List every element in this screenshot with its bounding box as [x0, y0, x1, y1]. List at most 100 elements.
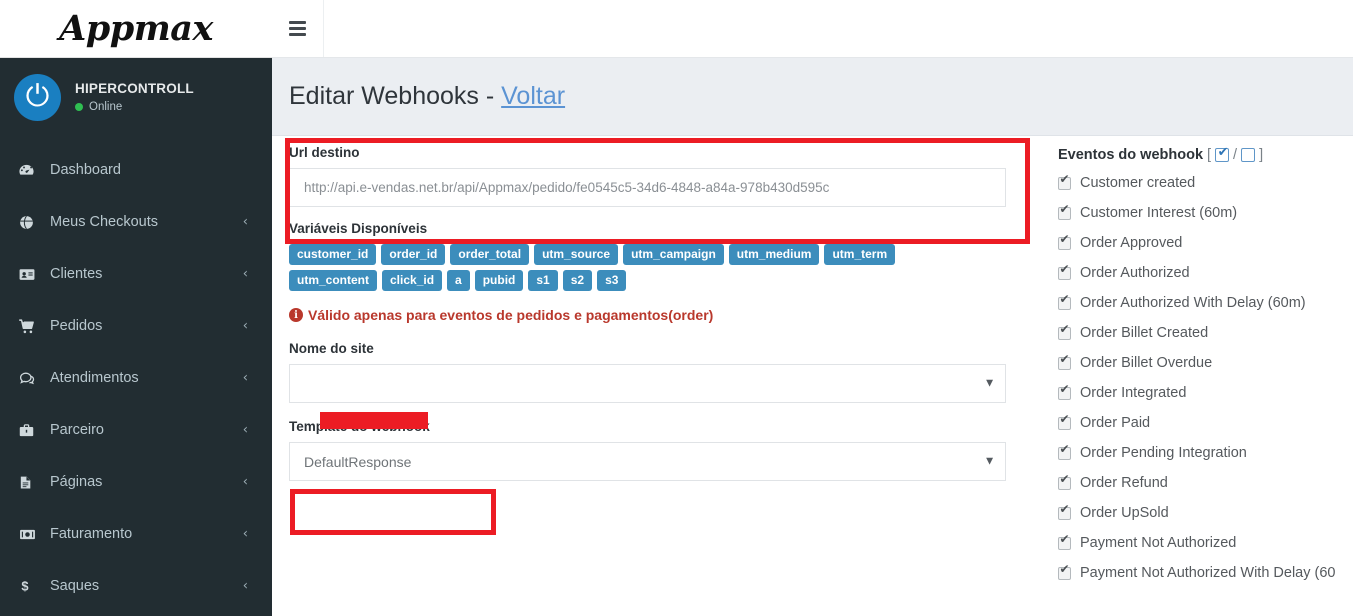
event-checkbox-icon[interactable] — [1058, 563, 1071, 580]
event-checkbox-icon[interactable] — [1058, 293, 1071, 310]
event-row[interactable]: Order Pending Integration — [1058, 438, 1353, 468]
event-row[interactable]: Order UpSold — [1058, 498, 1353, 528]
sidebar-item-clientes[interactable]: Clientes ‹ — [0, 248, 272, 300]
event-row[interactable]: Order Integrated — [1058, 378, 1353, 408]
sidebar-item-dashboard[interactable]: Dashboard — [0, 144, 272, 196]
event-checkbox-icon[interactable] — [1058, 203, 1071, 220]
variable-tag[interactable]: customer_id — [289, 244, 377, 265]
event-checkbox-icon[interactable] — [1058, 533, 1071, 550]
event-label: Order Paid — [1080, 415, 1151, 431]
nome-do-site-select[interactable]: ▼ — [289, 364, 1006, 403]
events-panel: Eventos do webhook [ / ] Customer create… — [1058, 146, 1353, 588]
variable-tag[interactable]: order_id — [381, 244, 446, 265]
caret-down-icon: ▼ — [986, 378, 993, 388]
sidebar-item-label: Atendimentos — [50, 370, 139, 386]
variable-tag[interactable]: utm_campaign — [623, 244, 724, 265]
sidebar-item-atendimentos[interactable]: Atendimentos ‹ — [0, 352, 272, 404]
event-row[interactable]: Payment Not Authorized — [1058, 528, 1353, 558]
sidebar-item-saques[interactable]: $ Saques ‹ — [0, 560, 272, 612]
checkbox-checked-icon[interactable] — [1215, 146, 1230, 162]
user-panel[interactable]: ⏻ HIPERCONTROLL Online — [0, 58, 272, 136]
variable-tag[interactable]: utm_term — [824, 244, 896, 265]
event-checkbox-icon[interactable] — [1058, 323, 1071, 340]
variable-tag[interactable]: utm_medium — [728, 244, 820, 265]
url-destino-input[interactable]: http://api.e-vendas.net.br/api/Appmax/pe… — [289, 168, 1006, 207]
content-area: Url destino http://api.e-vendas.net.br/a… — [272, 136, 1353, 616]
event-row[interactable]: Order Billet Created — [1058, 318, 1353, 348]
id-card-icon — [18, 266, 42, 283]
event-row[interactable]: Customer created — [1058, 168, 1353, 198]
chevron-left-icon: ‹ — [242, 526, 248, 542]
event-checkbox-icon[interactable] — [1058, 263, 1071, 280]
variable-tag[interactable]: a — [447, 270, 470, 291]
chevron-left-icon: ‹ — [242, 318, 248, 334]
event-row[interactable]: Order Refund — [1058, 468, 1353, 498]
event-row[interactable]: Order Authorized — [1058, 258, 1353, 288]
info-icon: i — [289, 308, 303, 322]
event-row[interactable]: Order Billet Overdue — [1058, 348, 1353, 378]
cart-icon — [18, 318, 42, 335]
power-icon: ⏻ — [25, 79, 50, 114]
briefcase-icon — [18, 422, 42, 439]
sidebar-item-paginas[interactable]: Páginas ‹ — [0, 456, 272, 508]
template-do-webhook-value: DefaultResponse — [304, 453, 412, 470]
globe-icon — [18, 214, 42, 231]
variable-tag[interactable]: order_total — [450, 244, 530, 265]
bracket-separator: / — [1233, 147, 1238, 163]
sidebar-item-pedidos[interactable]: Pedidos ‹ — [0, 300, 272, 352]
sidebar-item-parceiro[interactable]: Parceiro ‹ — [0, 404, 272, 456]
user-status: Online — [75, 101, 194, 113]
event-label: Customer Interest (60m) — [1080, 205, 1238, 221]
sidebar-item-faturamento[interactable]: Faturamento ‹ — [0, 508, 272, 560]
brand-logo[interactable]: Appmax — [0, 0, 272, 58]
url-destino-label: Url destino — [289, 145, 360, 160]
bracket-open: [ — [1207, 147, 1212, 163]
hamburger-icon[interactable] — [272, 0, 324, 57]
sidebar-item-meus-checkouts[interactable]: Meus Checkouts ‹ — [0, 196, 272, 248]
event-checkbox-icon[interactable] — [1058, 173, 1071, 190]
sidebar-item-label: Meus Checkouts — [50, 214, 158, 230]
event-label: Order Refund — [1080, 475, 1168, 491]
event-label: Order Approved — [1080, 235, 1183, 251]
chevron-left-icon: ‹ — [242, 422, 248, 438]
event-checkbox-icon[interactable] — [1058, 233, 1071, 250]
nome-do-site-label: Nome do site — [289, 341, 374, 356]
checkbox-empty-icon[interactable] — [1241, 148, 1256, 162]
chevron-left-icon: ‹ — [242, 214, 248, 230]
svg-text:$: $ — [21, 579, 28, 594]
event-checkbox-icon[interactable] — [1058, 503, 1071, 520]
event-row[interactable]: Customer Interest (60m) — [1058, 198, 1353, 228]
url-destino-value: http://api.e-vendas.net.br/api/Appmax/pe… — [304, 180, 830, 195]
template-do-webhook-select[interactable]: DefaultResponse ▼ — [289, 442, 1006, 481]
page-header: Editar Webhooks - Voltar — [272, 58, 1353, 136]
event-row[interactable]: Payment Not Authorized With Delay (60 — [1058, 558, 1353, 588]
sidebar: Appmax ⏻ HIPERCONTROLL Online Dashboard — [0, 0, 272, 616]
voltar-link[interactable]: Voltar — [501, 82, 565, 110]
variable-tag[interactable]: s3 — [597, 270, 627, 291]
event-row[interactable]: Order Authorized With Delay (60m) — [1058, 288, 1353, 318]
event-checkbox-icon[interactable] — [1058, 473, 1071, 490]
events-panel-title: Eventos do webhook [ / ] — [1058, 146, 1353, 163]
event-label: Order Billet Created — [1080, 325, 1209, 341]
event-checkbox-icon[interactable] — [1058, 383, 1071, 400]
variable-tag[interactable]: s1 — [528, 270, 558, 291]
variable-tag[interactable]: s2 — [562, 270, 593, 291]
app-root: Appmax ⏻ HIPERCONTROLL Online Dashboard — [0, 0, 1353, 616]
event-checkbox-icon[interactable] — [1058, 353, 1071, 370]
event-checkbox-icon[interactable] — [1058, 443, 1071, 460]
event-label: Customer created — [1080, 175, 1196, 191]
variable-tag[interactable]: pubid — [474, 270, 524, 291]
event-label: Order UpSold — [1080, 505, 1169, 521]
variable-tag[interactable]: utm_content — [289, 270, 377, 291]
event-row[interactable]: Order Approved — [1058, 228, 1353, 258]
event-checkbox-icon[interactable] — [1058, 413, 1071, 430]
sidebar-item-label: Parceiro — [50, 422, 104, 438]
site-name-redaction — [320, 412, 428, 429]
variable-tag[interactable]: utm_source — [534, 244, 619, 265]
event-label: Order Authorized — [1080, 265, 1190, 281]
event-row[interactable]: Order Paid — [1058, 408, 1353, 438]
variable-tag[interactable]: click_id — [382, 270, 443, 291]
brand-name: Appmax — [59, 8, 213, 49]
user-meta: HIPERCONTROLL Online — [75, 81, 194, 113]
event-label: Payment Not Authorized With Delay (60 — [1080, 565, 1336, 581]
